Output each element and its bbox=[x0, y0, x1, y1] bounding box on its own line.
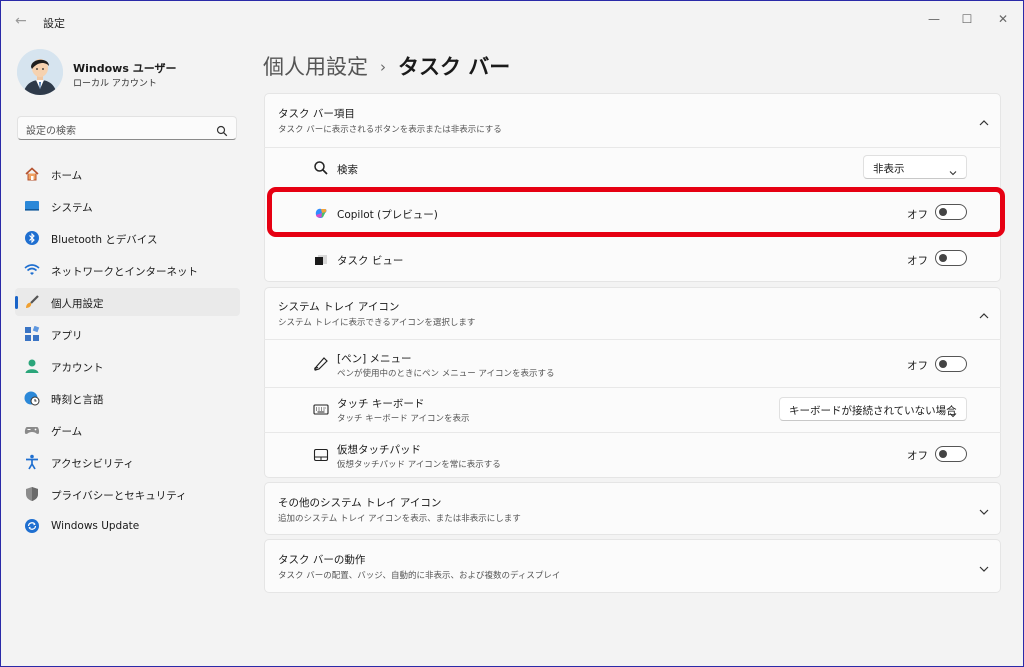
taskbar-behaviors-title: タスク バーの動作 bbox=[278, 554, 366, 566]
taskbar-items-title: タスク バー項目 bbox=[278, 108, 355, 120]
user-account-type: ローカル アカウント bbox=[73, 79, 157, 89]
bluetooth-icon bbox=[24, 230, 40, 246]
search-input[interactable]: 設定の検索 bbox=[17, 116, 237, 140]
task-view-toggle[interactable] bbox=[935, 250, 967, 266]
back-button[interactable]: ← bbox=[15, 13, 31, 29]
pen-icon bbox=[313, 356, 329, 372]
shield-icon bbox=[24, 486, 40, 502]
minimize-button[interactable]: — bbox=[922, 9, 946, 29]
touchpad-icon bbox=[313, 447, 329, 463]
other-tray-icons-title: その他のシステム トレイ アイコン bbox=[278, 497, 442, 509]
globe-clock-icon bbox=[24, 390, 40, 406]
virtual-touchpad-toggle-state: オフ bbox=[907, 450, 928, 462]
search-display-dropdown[interactable]: 非表示 bbox=[863, 155, 967, 179]
sidebar-item-label: 時刻と言語 bbox=[51, 394, 104, 406]
sidebar-item-bluetooth[interactable]: Bluetooth とデバイス bbox=[15, 224, 240, 252]
avatar[interactable] bbox=[17, 49, 63, 95]
user-name: Windows ユーザー bbox=[73, 62, 177, 75]
other-tray-icons-subtitle: 追加のシステム トレイ アイコンを表示、または非表示にします bbox=[278, 514, 521, 524]
sidebar-item-time-language[interactable]: 時刻と言語 bbox=[15, 384, 240, 412]
touch-keyboard-description: タッチ キーボード アイコンを表示 bbox=[337, 414, 470, 424]
chevron-down-icon[interactable] bbox=[978, 560, 990, 572]
sidebar-item-label: アクセシビリティ bbox=[51, 458, 134, 470]
sidebar-item-gaming[interactable]: ゲーム bbox=[15, 416, 240, 444]
breadcrumb-parent[interactable]: 個人用設定 bbox=[263, 55, 368, 79]
chevron-down-icon bbox=[948, 163, 958, 176]
divider bbox=[264, 147, 1001, 148]
chevron-up-icon[interactable] bbox=[978, 114, 990, 126]
account-icon bbox=[24, 358, 40, 374]
pen-menu-toggle-state: オフ bbox=[907, 360, 928, 372]
gamepad-icon bbox=[24, 422, 40, 438]
app-title: 設定 bbox=[43, 17, 65, 30]
sidebar-item-label: 個人用設定 bbox=[51, 298, 104, 310]
chevron-up-icon[interactable] bbox=[978, 307, 990, 319]
pen-menu-toggle[interactable] bbox=[935, 356, 967, 372]
update-icon bbox=[24, 518, 40, 534]
title-bar: ← 設定 — ☐ ✕ bbox=[1, 1, 1023, 41]
search-setting-label: 検索 bbox=[337, 164, 358, 176]
breadcrumb: 個人用設定 › タスク バー bbox=[263, 51, 510, 81]
sidebar-item-windows-update[interactable]: Windows Update bbox=[15, 512, 240, 540]
virtual-touchpad-label: 仮想タッチパッド bbox=[337, 444, 421, 456]
breadcrumb-separator-icon: › bbox=[380, 58, 386, 76]
virtual-touchpad-description: 仮想タッチパッド アイコンを常に表示する bbox=[337, 460, 501, 470]
search-icon bbox=[216, 122, 228, 141]
home-icon bbox=[24, 166, 40, 182]
keyboard-icon bbox=[313, 401, 329, 417]
wifi-icon bbox=[24, 262, 40, 278]
sidebar-item-label: アカウント bbox=[51, 362, 104, 374]
search-placeholder: 設定の検索 bbox=[26, 126, 76, 137]
sidebar-item-privacy[interactable]: プライバシーとセキュリティ bbox=[15, 480, 240, 508]
sidebar-item-label: プライバシーとセキュリティ bbox=[51, 490, 187, 502]
taskbar-items-subtitle: タスク バーに表示されるボタンを表示または非表示にする bbox=[278, 125, 502, 135]
sidebar-item-apps[interactable]: アプリ bbox=[15, 320, 240, 348]
sidebar-item-label: Windows Update bbox=[51, 520, 140, 532]
accessibility-icon bbox=[24, 454, 40, 470]
taskbar-items-header[interactable] bbox=[264, 93, 1001, 147]
sidebar-item-label: Bluetooth とデバイス bbox=[51, 234, 158, 246]
divider bbox=[264, 432, 1001, 433]
close-button[interactable]: ✕ bbox=[991, 9, 1015, 29]
sidebar-item-label: ホーム bbox=[51, 170, 83, 182]
system-tray-subtitle: システム トレイに表示できるアイコンを選択します bbox=[278, 318, 476, 328]
touch-keyboard-label: タッチ キーボード bbox=[337, 398, 425, 410]
sidebar-item-personalization[interactable]: 個人用設定 bbox=[15, 288, 240, 316]
sidebar-item-label: ネットワークとインターネット bbox=[51, 266, 198, 278]
page-title: タスク バー bbox=[398, 55, 511, 79]
divider bbox=[264, 387, 1001, 388]
touch-keyboard-dropdown[interactable]: キーボードが接続されていない場合 bbox=[779, 397, 967, 421]
active-indicator bbox=[15, 296, 18, 309]
taskbar-behaviors-card[interactable] bbox=[264, 539, 1001, 593]
chevron-down-icon bbox=[948, 405, 958, 418]
sidebar-item-home[interactable]: ホーム bbox=[15, 160, 240, 188]
taskbar-behaviors-subtitle: タスク バーの配置、バッジ、自動的に非表示、および複数のディスプレイ bbox=[278, 571, 561, 581]
brush-icon bbox=[24, 294, 40, 310]
task-view-setting-label: タスク ビュー bbox=[337, 255, 404, 267]
pen-menu-label: [ペン] メニュー bbox=[337, 353, 412, 365]
sidebar-item-label: アプリ bbox=[51, 330, 83, 342]
task-view-toggle-state: オフ bbox=[907, 255, 928, 267]
search-icon bbox=[313, 160, 329, 176]
chevron-down-icon[interactable] bbox=[978, 503, 990, 515]
sidebar-item-accounts[interactable]: アカウント bbox=[15, 352, 240, 380]
sidebar-item-network[interactable]: ネットワークとインターネット bbox=[15, 256, 240, 284]
task-view-icon bbox=[313, 252, 329, 268]
system-icon bbox=[24, 198, 40, 214]
dropdown-value: キーボードが接続されていない場合 bbox=[789, 405, 957, 417]
sidebar-item-accessibility[interactable]: アクセシビリティ bbox=[15, 448, 240, 476]
sidebar-item-label: システム bbox=[51, 202, 93, 214]
sidebar-item-system[interactable]: システム bbox=[15, 192, 240, 220]
virtual-touchpad-toggle[interactable] bbox=[935, 446, 967, 462]
divider bbox=[264, 339, 1001, 340]
system-tray-title: システム トレイ アイコン bbox=[278, 301, 400, 313]
copilot-highlight-box bbox=[267, 187, 1005, 237]
maximize-button[interactable]: ☐ bbox=[955, 9, 979, 29]
dropdown-value: 非表示 bbox=[873, 163, 905, 175]
settings-window: ← 設定 — ☐ ✕ Windows ユーザー ローカル アカウント 設定の検索… bbox=[0, 0, 1024, 667]
apps-icon bbox=[24, 325, 40, 342]
sidebar-item-label: ゲーム bbox=[51, 426, 83, 438]
pen-menu-description: ペンが使用中のときにペン メニュー アイコンを表示する bbox=[337, 369, 555, 379]
